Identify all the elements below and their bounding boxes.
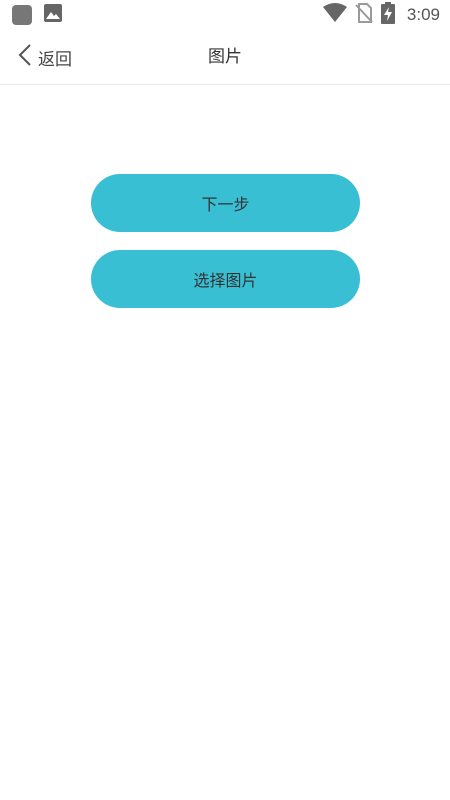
header-bar: 图片 返回 xyxy=(0,30,450,85)
select-image-button[interactable]: 选择图片 xyxy=(91,250,360,308)
image-icon xyxy=(44,4,62,26)
wifi-icon xyxy=(322,3,347,27)
status-time: 3:09 xyxy=(406,5,440,24)
next-step-button[interactable]: 下一步 xyxy=(91,174,360,232)
back-button[interactable]: 返回 xyxy=(18,30,72,84)
app-icon xyxy=(12,5,32,25)
status-bar-right: 3:09 xyxy=(322,2,440,28)
back-label: 返回 xyxy=(38,49,72,70)
no-sim-icon xyxy=(355,3,373,27)
status-bar-left xyxy=(12,4,62,26)
chevron-left-icon xyxy=(18,44,32,70)
status-bar: 3:09 xyxy=(0,0,450,30)
battery-charging-icon xyxy=(380,2,395,28)
